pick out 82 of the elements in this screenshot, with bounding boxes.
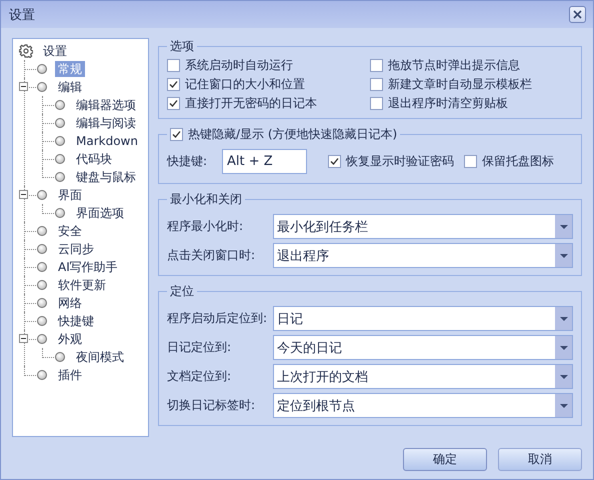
tree-item[interactable]: 界面选项 <box>73 205 127 221</box>
node-icon <box>37 226 47 236</box>
tree-item[interactable]: 设置 <box>40 43 70 59</box>
checkbox-label: 保留托盘图标 <box>482 153 554 170</box>
node-icon <box>55 172 65 182</box>
checkbox-label: 拖放节点时弹出提示信息 <box>388 56 520 74</box>
checkbox-label: 记住窗口的大小和位置 <box>185 76 305 92</box>
dropdown[interactable]: 上次打开的文档 <box>273 364 573 389</box>
node-icon <box>37 190 47 200</box>
tree-item[interactable]: 安全 <box>55 223 85 239</box>
checkbox-label: 系统启动时自动运行 <box>185 56 293 74</box>
collapse-icon[interactable] <box>19 82 28 91</box>
node-icon <box>37 298 47 308</box>
collapse-icon[interactable] <box>19 334 28 343</box>
gear-icon <box>19 44 33 58</box>
field-label: 点击关闭窗口时: <box>167 247 256 264</box>
tree-connector-line <box>42 348 54 358</box>
node-icon <box>37 244 47 254</box>
node-icon <box>37 262 47 272</box>
tree-item[interactable]: 代码块 <box>73 151 115 167</box>
checkbox-label: 热键隐藏/显示 (方便地快速隐藏日记本) <box>188 126 398 143</box>
field-label: 快捷键: <box>167 153 208 170</box>
checkbox-label: 恢复显示时验证密码 <box>346 153 454 170</box>
dropdown[interactable]: 今天的日记 <box>273 335 573 360</box>
node-icon <box>55 118 65 128</box>
node-icon <box>37 82 47 92</box>
checkbox[interactable] <box>370 78 383 90</box>
node-icon <box>37 280 47 290</box>
dropdown[interactable]: 日记 <box>273 306 573 331</box>
checkbox-label: 直接打开无密码的日记本 <box>185 94 317 112</box>
group-title: 定位 <box>169 283 195 300</box>
checkbox[interactable] <box>167 58 180 72</box>
checkbox[interactable] <box>328 155 341 168</box>
checkbox[interactable] <box>370 96 383 110</box>
tree-item[interactable]: 编辑与阅读 <box>73 115 139 131</box>
field-label: 切换日记标签时: <box>167 397 256 414</box>
close-button[interactable] <box>569 6 586 23</box>
group-title: 选项 <box>169 38 195 55</box>
tree-item[interactable]: 夜间模式 <box>73 349 127 365</box>
cancel-button[interactable]: 取消 <box>498 448 582 471</box>
tree-item[interactable]: 软件更新 <box>55 277 109 293</box>
tree-item[interactable]: 界面 <box>55 187 85 203</box>
node-icon <box>37 64 47 74</box>
tree-item[interactable]: 键盘与鼠标 <box>73 169 139 185</box>
field-label: 日记定位到: <box>167 339 232 356</box>
window-title: 设置 <box>9 6 35 24</box>
checkbox[interactable] <box>167 96 180 110</box>
close-icon <box>573 10 582 19</box>
node-icon <box>37 334 47 344</box>
node-icon <box>55 100 65 110</box>
checkbox[interactable] <box>464 155 477 168</box>
hotkey-field[interactable]: Alt + Z <box>222 149 307 174</box>
checkbox[interactable] <box>167 78 180 90</box>
node-icon <box>55 136 65 146</box>
field-label: 程序启动后定位到: <box>167 310 268 327</box>
tree-item[interactable]: AI写作助手 <box>55 259 121 275</box>
field-label: 文档定位到: <box>167 368 232 385</box>
dropdown[interactable]: 最小化到任务栏 <box>273 214 573 239</box>
tree-connector-line <box>42 204 54 214</box>
tree-item[interactable]: 网络 <box>55 295 85 311</box>
collapse-icon[interactable] <box>19 190 28 199</box>
tree-item[interactable]: 编辑器选项 <box>73 97 139 113</box>
node-icon <box>55 154 65 164</box>
tree-item[interactable]: 快捷键 <box>55 313 97 329</box>
checkbox-label: 新建文章时自动显示模板栏 <box>388 76 532 92</box>
checkbox[interactable] <box>170 128 183 141</box>
dropdown[interactable]: 退出程序 <box>273 243 573 268</box>
ok-button[interactable]: 确定 <box>403 448 487 471</box>
node-icon <box>55 208 65 218</box>
tree-item[interactable]: 插件 <box>55 367 85 383</box>
dropdown[interactable]: 定位到根节点 <box>273 393 573 418</box>
checkbox-label: 退出程序时清空剪贴板 <box>388 94 508 112</box>
node-icon <box>37 370 47 380</box>
node-icon <box>37 316 47 326</box>
tree-item[interactable]: 外观 <box>55 331 85 347</box>
field-label: 程序最小化时: <box>167 218 244 235</box>
node-icon <box>55 352 65 362</box>
tree-item[interactable]: 云同步 <box>55 241 97 257</box>
tree-item[interactable]: 编辑 <box>55 79 85 95</box>
tree-item[interactable]: Markdown <box>73 133 141 149</box>
checkbox[interactable] <box>370 58 383 72</box>
group-title: 最小化和关闭 <box>169 191 243 208</box>
